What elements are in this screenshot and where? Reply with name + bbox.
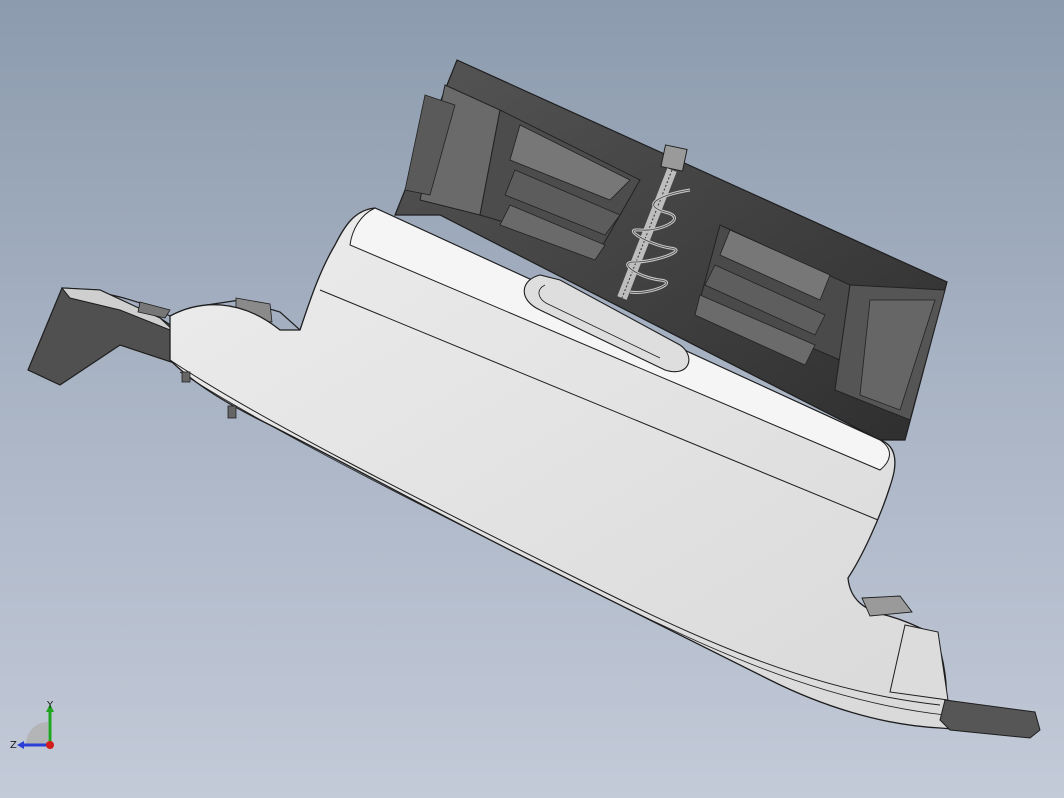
coordinate-triad: Y Z xyxy=(10,700,54,751)
z-axis-arrowhead xyxy=(17,741,24,749)
z-axis-label: Z xyxy=(10,740,17,751)
3d-model-view[interactable] xyxy=(0,0,1064,798)
x-axis-dot xyxy=(46,741,54,749)
triad-plane-icon xyxy=(26,722,48,744)
graphics-viewport[interactable]: Y Z xyxy=(0,0,1064,798)
y-axis-label: Y xyxy=(46,700,54,711)
